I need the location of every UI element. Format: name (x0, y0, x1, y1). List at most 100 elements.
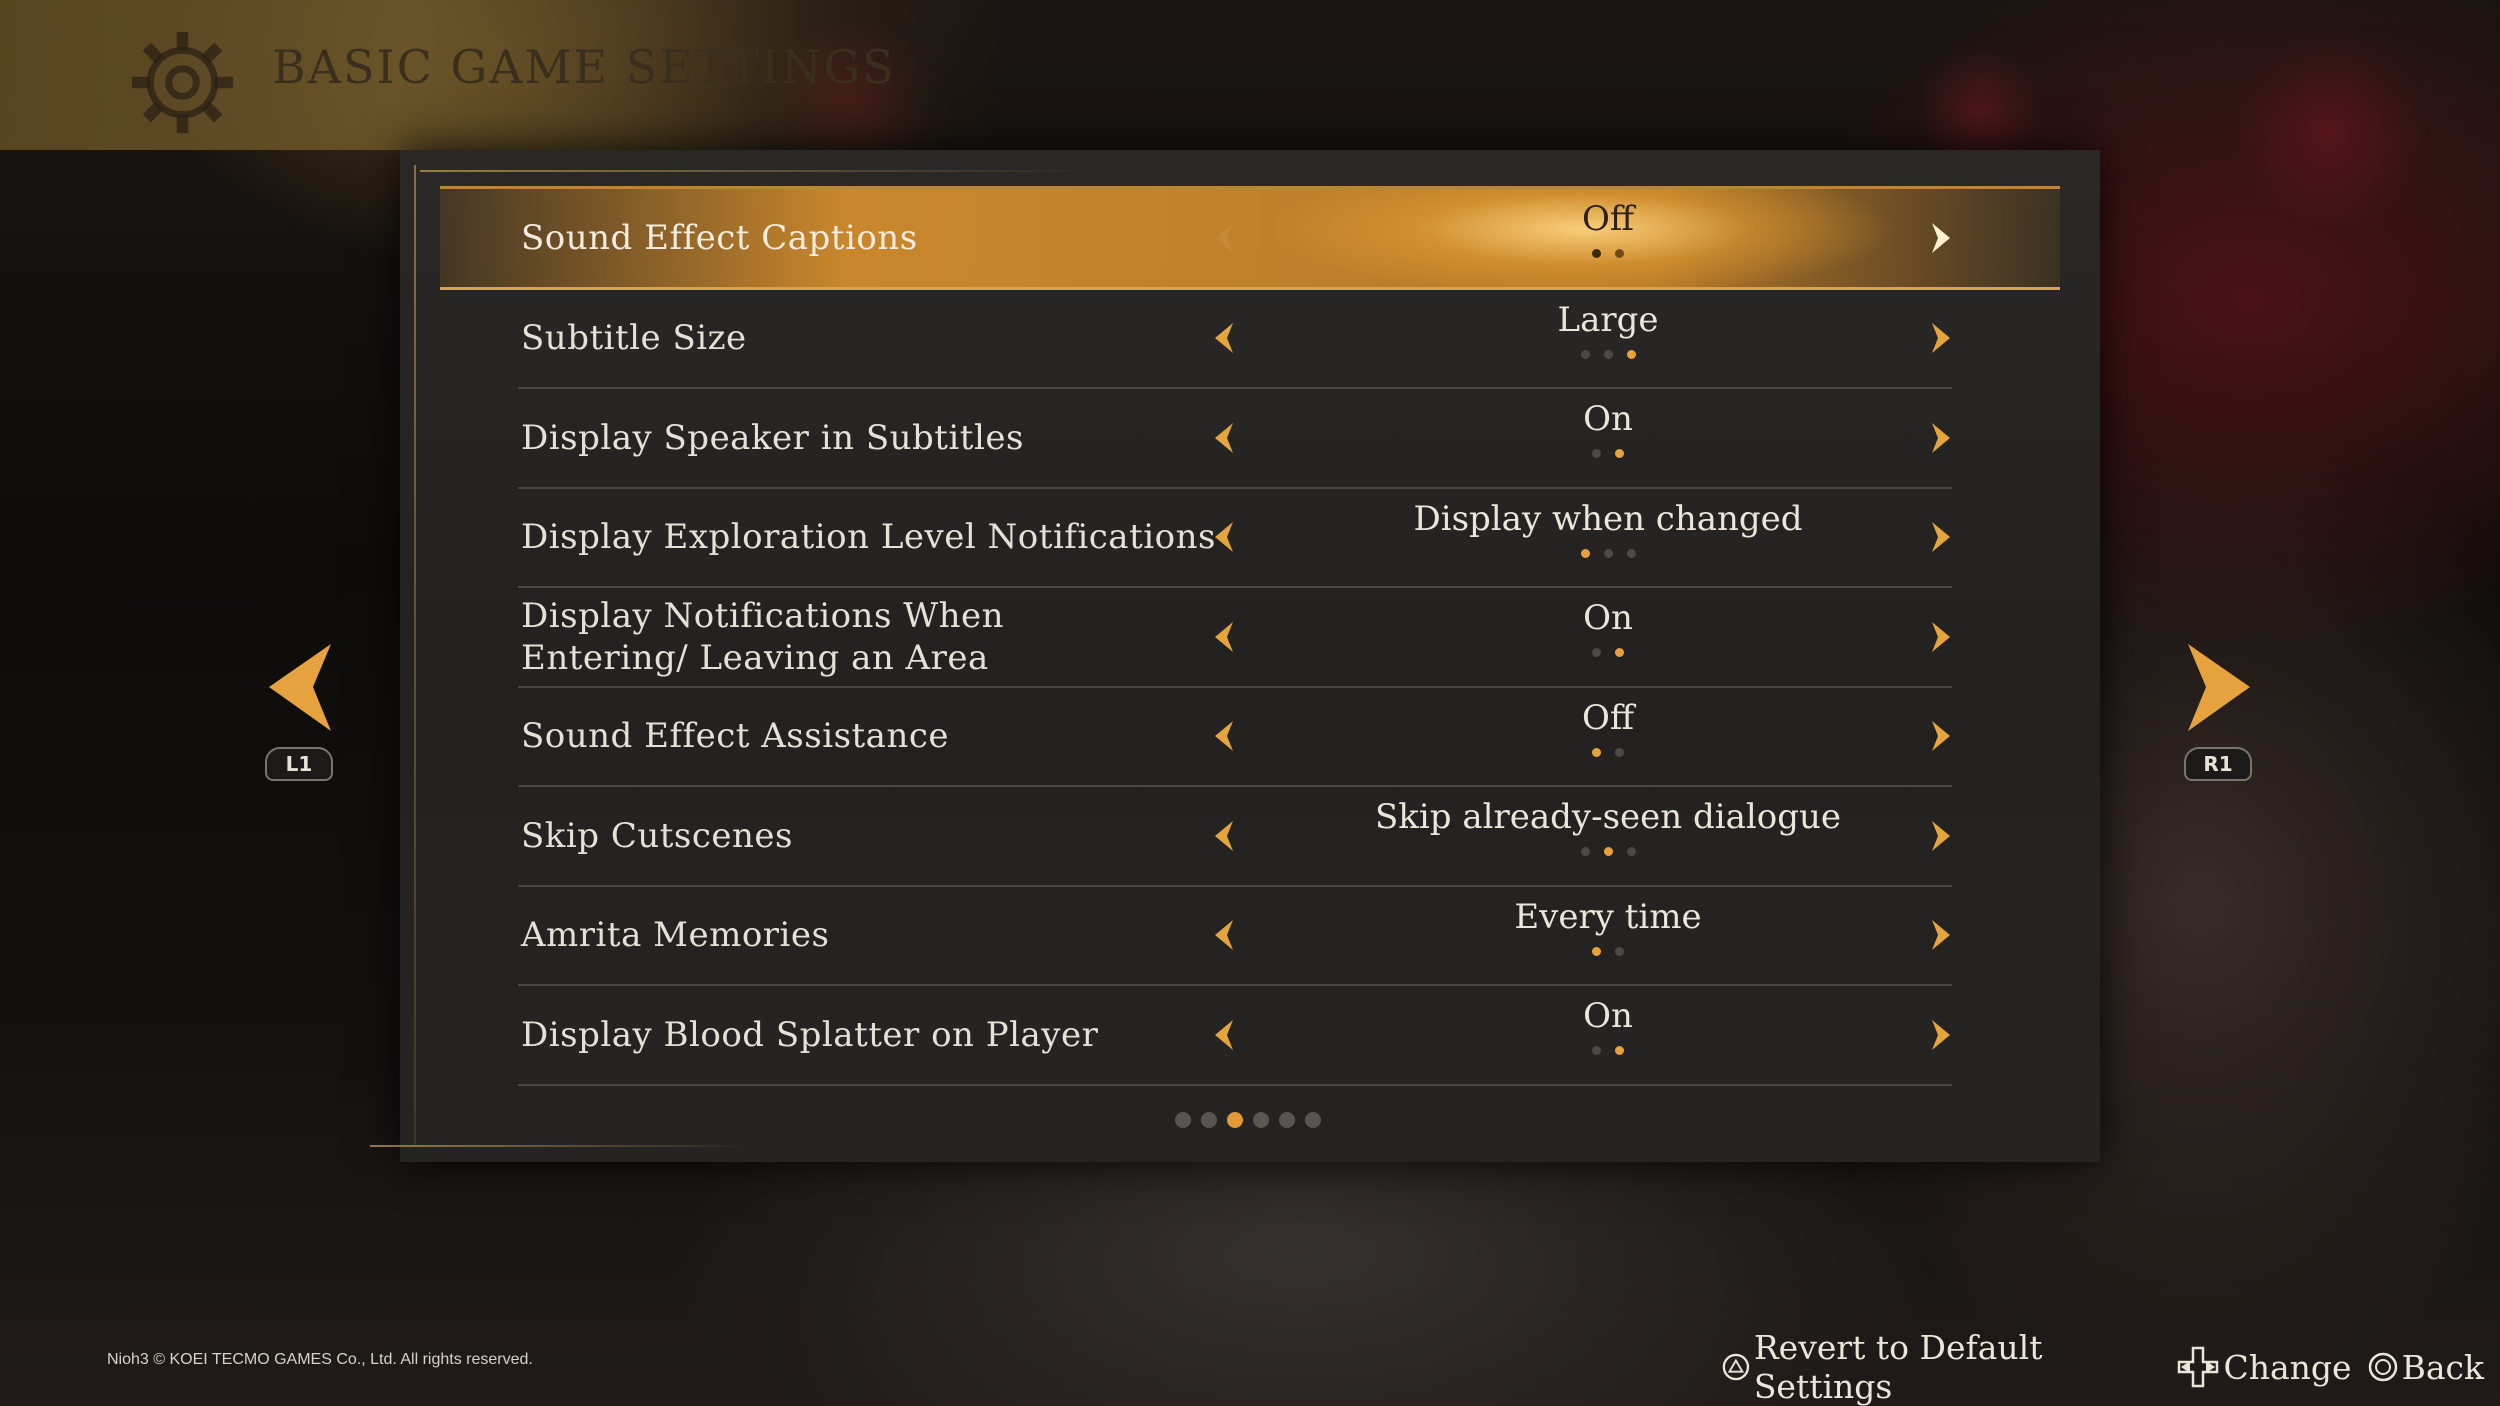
circle-button-icon (2368, 1352, 2397, 1382)
change-label: Change (2223, 1347, 2352, 1387)
setting-value: On (1583, 996, 1633, 1036)
option-dot (1603, 349, 1613, 359)
option-dots (1308, 648, 1908, 657)
chevron-left-icon[interactable] (1211, 520, 1235, 554)
previous-page-arrow-icon[interactable] (265, 640, 335, 735)
option-dot (1615, 747, 1624, 757)
setting-row-subtitle-size[interactable]: Subtitle Size Large (518, 290, 1954, 389)
chevron-right-icon[interactable] (1930, 221, 1954, 255)
setting-value: Skip already-seen dialogue (1374, 797, 1842, 837)
page-dot (1305, 1112, 1321, 1128)
option-dot (1592, 1046, 1601, 1055)
setting-label: Subtitle Size (521, 318, 747, 359)
option-dots (1308, 548, 1908, 558)
setting-value: On (1583, 598, 1633, 638)
chevron-left-icon[interactable] (1211, 321, 1235, 355)
page-indicator (1175, 1112, 1321, 1128)
setting-row-exploration-level[interactable]: Display Exploration Level Notifications … (518, 489, 1954, 588)
game-settings-screen: BASIC GAME SETTINGS Sound Effect Caption… (0, 0, 2500, 1406)
setting-label: Sound Effect Captions (521, 217, 918, 258)
option-dots (1308, 946, 1908, 956)
back-prompt[interactable]: Back (2368, 1348, 2484, 1387)
setting-row-skip-cutscenes[interactable]: Skip Cutscenes Skip already-seen dialogu… (518, 787, 1952, 887)
r1-button-badge[interactable]: R1 (2184, 747, 2252, 781)
setting-row-display-speaker[interactable]: Display Speaker in Subtitles On (518, 389, 1952, 489)
chevron-right-icon[interactable] (1930, 321, 1954, 355)
setting-row-amrita-memories[interactable]: Amrita Memories Every time (518, 887, 1954, 986)
page-title: BASIC GAME SETTINGS (272, 40, 896, 94)
revert-defaults-prompt[interactable]: Revert to Default Settings (1722, 1328, 2160, 1406)
panel-ornament (370, 1145, 750, 1147)
setting-value: Display when changed (1413, 498, 1803, 539)
setting-label: Display Exploration Level Notifications (521, 517, 1216, 558)
setting-label: Display Blood Splatter on Player (521, 1014, 1099, 1055)
option-dot (1603, 847, 1613, 856)
chevron-right-icon[interactable] (1930, 819, 1954, 853)
setting-row-blood-splatter[interactable]: Display Blood Splatter on Player On (518, 986, 1952, 1086)
chevron-right-icon[interactable] (1930, 620, 1954, 654)
setting-row-sound-effect-assistance[interactable]: Sound Effect Assistance Off (518, 688, 1954, 787)
setting-label: Amrita Memories (521, 915, 830, 956)
option-dot (1615, 1046, 1624, 1055)
setting-value: Off (1581, 697, 1635, 738)
setting-label: Display Notifications When Entering/ Lea… (521, 595, 1005, 678)
option-dot (1626, 548, 1636, 558)
option-dot (1592, 249, 1601, 258)
gear-icon (131, 31, 234, 134)
option-dot (1615, 449, 1624, 458)
next-page-arrow-icon[interactable] (2184, 640, 2254, 735)
page-dot (1201, 1112, 1217, 1128)
page-dot (1253, 1112, 1269, 1128)
option-dot (1580, 349, 1590, 359)
option-dot (1580, 847, 1590, 856)
triangle-button-icon (1722, 1353, 1750, 1381)
chevron-right-icon[interactable] (1930, 1018, 1954, 1052)
setting-label: Sound Effect Assistance (521, 716, 950, 757)
chevron-right-icon[interactable] (1930, 918, 1954, 952)
setting-row-sound-effect-captions[interactable]: Sound Effect Captions Off (440, 186, 2060, 290)
option-dot (1626, 847, 1636, 856)
copyright-notice: Nioh3 © KOEI TECMO GAMES Co., Ltd. All r… (107, 1351, 533, 1368)
option-dot (1615, 946, 1624, 956)
option-dots (1308, 747, 1908, 757)
setting-value: Off (1581, 199, 1635, 239)
chevron-right-icon[interactable] (1930, 719, 1954, 753)
option-dots (1308, 449, 1908, 458)
option-dot (1615, 249, 1624, 258)
option-dots (1308, 349, 1908, 359)
change-prompt[interactable]: Change (2176, 1345, 2352, 1389)
back-label: Back (2401, 1347, 2484, 1387)
chevron-right-icon[interactable] (1930, 421, 1954, 455)
option-dots (1308, 847, 1908, 856)
chevron-left-icon[interactable] (1211, 719, 1235, 753)
option-dot (1626, 349, 1636, 359)
setting-label: Skip Cutscenes (521, 815, 793, 856)
chevron-left-icon[interactable] (1211, 620, 1235, 654)
option-dot (1603, 548, 1613, 558)
setting-value: Large (1557, 299, 1659, 340)
chevron-left-icon[interactable] (1211, 1018, 1235, 1052)
option-dot (1592, 449, 1601, 458)
title-banner: BASIC GAME SETTINGS (0, 0, 1000, 150)
dpad-icon (2177, 1346, 2218, 1388)
setting-row-area-notifications[interactable]: Display Notifications When Entering/ Lea… (518, 588, 1952, 688)
button-prompts: Revert to Default Settings Change Back (1722, 1328, 2500, 1406)
chevron-right-icon[interactable] (1930, 520, 1954, 554)
option-dots (1308, 1046, 1908, 1055)
option-dot (1592, 946, 1601, 956)
option-dot (1592, 648, 1601, 657)
page-dot-current (1227, 1112, 1243, 1128)
option-dots (1308, 249, 1908, 258)
chevron-left-icon[interactable] (1211, 421, 1235, 455)
chevron-left-icon[interactable] (1211, 918, 1235, 952)
page-dot (1175, 1112, 1191, 1128)
chevron-left-icon[interactable] (1211, 221, 1235, 255)
option-dot (1580, 548, 1590, 558)
chevron-left-icon[interactable] (1211, 819, 1235, 853)
settings-list: Sound Effect Captions Off Subtitle Size … (440, 186, 2060, 1086)
setting-value: On (1583, 399, 1633, 439)
l1-button-badge[interactable]: L1 (265, 747, 333, 781)
panel-ornament (420, 170, 1100, 172)
setting-label: Display Speaker in Subtitles (521, 417, 1024, 458)
option-dot (1615, 648, 1624, 657)
